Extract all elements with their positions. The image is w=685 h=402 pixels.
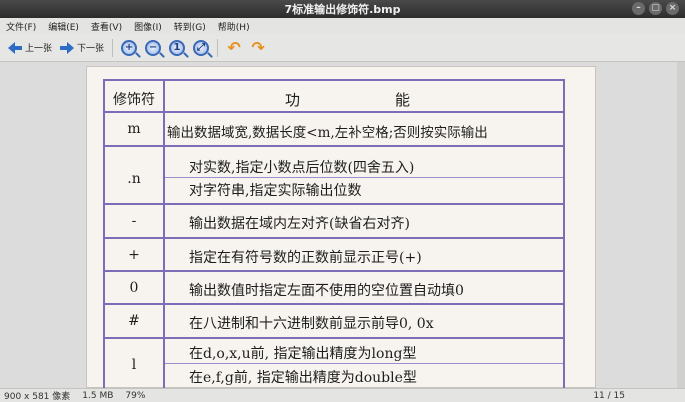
modifier-description: 指定在有符号数的正数前显示正号(+) [189, 250, 422, 266]
zoom-fit-icon: ⤢ [193, 39, 210, 56]
rotate-left-button[interactable]: ↶ [222, 37, 246, 59]
rotate-left-icon: ↶ [227, 37, 241, 57]
window-titlebar: 7标准输出修饰符.bmp – ▢ × [0, 0, 685, 18]
row-divider [105, 270, 563, 272]
window-controls: – ▢ × [632, 2, 679, 15]
menu-go[interactable]: 转到(G) [168, 20, 212, 33]
format-modifier-table: 修饰符 功 能 m 输出数据域宽,数据长度<m,左补空格;否则按实际输出 .n … [103, 79, 565, 393]
modifier-symbol: 0 [129, 280, 139, 296]
rotate-right-button[interactable]: ↷ [246, 37, 270, 59]
row-subdivider [165, 363, 563, 364]
row-divider [105, 145, 563, 147]
toolbar: 上一张 下一张 + − 1 ⤢ ↶ ↷ [0, 34, 685, 62]
menu-help[interactable]: 帮助(H) [212, 20, 256, 33]
zoom-out-icon: − [145, 39, 162, 56]
row-subdivider [165, 177, 563, 178]
toolbar-separator [112, 38, 114, 57]
zoom-in-button[interactable]: + [117, 37, 141, 59]
modifier-symbol: + [128, 247, 140, 263]
file-size: 1.5 MB [82, 390, 114, 401]
row-divider [105, 337, 563, 339]
modifier-symbol: m [127, 121, 141, 137]
modifier-description: 输出数据在域内左对齐(缺省右对齐) [189, 216, 410, 232]
modifier-description: 在d,o,x,u前, 指定输出精度为long型 [189, 346, 417, 362]
prev-image-label: 上一张 [25, 44, 53, 54]
image-dimensions: 900 x 581 像素 [4, 392, 71, 402]
displayed-image: 修饰符 功 能 m 输出数据域宽,数据长度<m,左补空格;否则按实际输出 .n … [86, 66, 596, 393]
modifier-description: 输出数值时指定左面不使用的空位置自动填0 [189, 283, 464, 299]
header-function-a: 功 [285, 91, 303, 109]
header-function-b: 能 [395, 91, 411, 109]
modifier-symbol: .n [127, 171, 141, 187]
modifier-description: 在八进制和十六进制数前显示前导0, 0x [189, 316, 434, 332]
next-image-button[interactable]: 下一张 [56, 37, 108, 59]
image-position: 11 / 15 [593, 390, 625, 401]
modifier-description: 对实数,指定小数点后位数(四舍五入) [189, 160, 415, 176]
zoom-level: 79% [125, 390, 146, 401]
minimize-button[interactable]: – [632, 2, 645, 15]
vertical-scrollbar[interactable] [677, 62, 685, 388]
maximize-button[interactable]: ▢ [649, 2, 662, 15]
window-title: 7标准输出修饰符.bmp [284, 3, 401, 16]
zoom-normal-button[interactable]: 1 [165, 37, 189, 59]
zoom-fit-button[interactable]: ⤢ [189, 37, 213, 59]
zoom-in-icon: + [121, 39, 138, 56]
zoom-normal-icon: 1 [169, 39, 186, 56]
modifier-symbol: l [131, 357, 137, 373]
menu-image[interactable]: 图像(I) [128, 20, 168, 33]
toolbar-separator [217, 38, 219, 57]
zoom-out-button[interactable]: − [141, 37, 165, 59]
modifier-description: 对字符串,指定实际输出位数 [189, 183, 362, 199]
modifier-symbol: - [131, 213, 137, 229]
rotate-right-icon: ↷ [251, 37, 265, 57]
modifier-description: 输出数据域宽,数据长度<m,左补空格;否则按实际输出 [167, 125, 488, 141]
next-image-label: 下一张 [77, 44, 105, 54]
row-divider [105, 203, 563, 205]
arrow-right-icon [60, 41, 75, 54]
image-viewport[interactable]: 修饰符 功 能 m 输出数据域宽,数据长度<m,左补空格;否则按实际输出 .n … [0, 62, 685, 393]
row-divider [105, 303, 563, 305]
menu-edit[interactable]: 编辑(E) [42, 20, 85, 33]
modifier-symbol: # [128, 313, 140, 329]
menu-view[interactable]: 查看(V) [85, 20, 128, 33]
row-divider [105, 111, 563, 113]
prev-image-button[interactable]: 上一张 [4, 37, 56, 59]
close-button[interactable]: × [666, 2, 679, 15]
status-bar: 900 x 581 像素 1.5 MB 79% 11 / 15 [0, 388, 685, 402]
menu-bar: 文件(F) 编辑(E) 查看(V) 图像(I) 转到(G) 帮助(H) [0, 18, 685, 34]
modifier-description: 在e,f,g前, 指定输出精度为double型 [189, 370, 417, 386]
header-symbol: 修饰符 [113, 92, 155, 108]
row-divider [105, 237, 563, 239]
menu-file[interactable]: 文件(F) [0, 20, 42, 33]
arrow-left-icon [8, 41, 22, 54]
